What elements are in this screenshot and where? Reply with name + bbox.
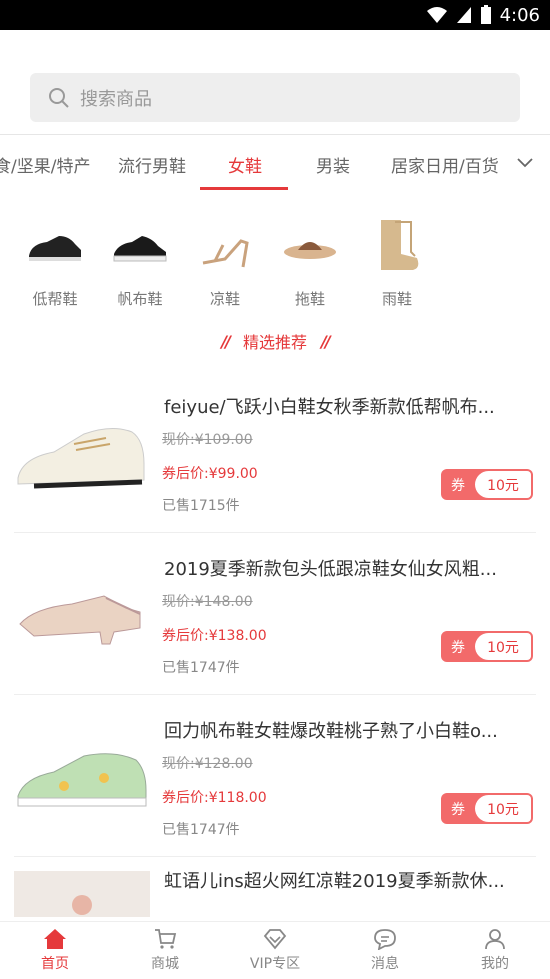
cell-signal-icon [456,7,471,23]
tab-womens-shoes[interactable]: 女鞋 [228,152,262,177]
tab-messages[interactable]: 消息 [330,922,440,979]
coupon-label: 券 [451,477,465,494]
sandal-image [202,239,249,268]
bottom-tab-bar: 首页 商城 VIP专区 消息 我的 [0,921,550,979]
product-coupon-price: 券后价:¥99.00 [162,466,258,482]
tab-vip[interactable]: VIP专区 [220,922,330,979]
wifi-icon [426,7,447,23]
expand-categories-button[interactable] [500,135,550,191]
active-tab-indicator [200,187,288,190]
coupon-button[interactable]: 券 10元 [441,631,533,662]
product-sold-count: 已售1715件 [162,498,240,514]
product-coupon-price: 券后价:¥118.00 [162,790,267,806]
search-icon [49,87,69,108]
product-coupon-price: 券后价:¥138.00 [162,628,267,644]
rainboot-image [381,220,419,270]
tab-menswear[interactable]: 男装 [316,152,350,177]
subcategory-grid: 低帮鞋 帆布鞋 凉鞋 拖鞋 雨鞋 [0,191,550,311]
product-image [14,555,150,673]
section-deco-left: // [221,331,231,351]
tab-home[interactable]: 居家日用/百货 [391,152,499,177]
search-input[interactable]: 搜索商品 [30,73,520,122]
coupon-label: 券 [451,801,465,818]
tab-mall[interactable]: 商城 [110,922,220,979]
product-list: feiyue/飞跃小白鞋女秋季新款低帮帆布... 现价:¥109.00 券后价:… [0,371,550,917]
section-header: // 精选推荐 // [0,311,550,371]
product-original-price: 现价:¥148.00 [162,594,253,610]
category-tabs: 食/坚果/特产 流行男鞋 女鞋 男装 居家日用/百货 [0,135,550,191]
status-time: 4:06 [499,4,540,26]
tab-home-page[interactable]: 首页 [0,922,110,979]
product-original-price: 现价:¥128.00 [162,756,253,772]
product-image [14,717,150,835]
sneaker-black-image [29,236,81,261]
tab-snacks[interactable]: 食/坚果/特产 [0,152,90,177]
product-card[interactable]: 回力帆布鞋女鞋爆改鞋桃子熟了小白鞋o... 现价:¥128.00 券后价:¥11… [14,695,536,857]
coupon-button[interactable]: 券 10元 [441,469,533,500]
search-area: 搜索商品 [0,30,550,135]
cart-icon [155,929,177,949]
product-title: 2019夏季新款包头低跟凉鞋女仙女风粗... [164,559,497,580]
product-sold-count: 已售1747件 [162,822,240,838]
subcategory-slippers[interactable]: 拖鞋 [275,216,345,309]
search-placeholder: 搜索商品 [80,88,152,110]
subcategory-rainboots[interactable]: 雨鞋 [362,216,432,309]
chevron-down-icon [517,158,533,168]
subcategory-sandals[interactable]: 凉鞋 [190,216,260,309]
product-card[interactable]: 2019夏季新款包头低跟凉鞋女仙女风粗... 现价:¥148.00 券后价:¥1… [14,533,536,695]
tab-mens-shoes[interactable]: 流行男鞋 [118,152,186,177]
subcategory-low-top[interactable]: 低帮鞋 [20,216,90,309]
user-icon [485,929,505,950]
home-icon [44,929,66,949]
product-card[interactable]: feiyue/飞跃小白鞋女秋季新款低帮帆布... 现价:¥109.00 券后价:… [14,371,536,533]
slipper-image [284,242,336,259]
coupon-value: 10元 [475,795,531,822]
section-title: 精选推荐 [242,333,307,352]
sneaker-canvas-image [113,236,167,262]
product-title: 虹语儿ins超火网红凉鞋2019夏季新款休... [164,871,505,892]
product-card[interactable]: 虹语儿ins超火网红凉鞋2019夏季新款休... [14,857,536,917]
section-deco-right: // [321,331,331,351]
coupon-button[interactable]: 券 10元 [441,793,533,824]
status-bar: 4:06 [0,0,550,30]
diamond-icon [263,929,287,950]
message-icon [374,929,396,950]
coupon-value: 10元 [475,471,531,498]
subcategory-canvas[interactable]: 帆布鞋 [105,216,175,309]
coupon-value: 10元 [475,633,531,660]
product-title: 回力帆布鞋女鞋爆改鞋桃子熟了小白鞋o... [164,721,498,742]
product-image [14,871,150,917]
tab-profile[interactable]: 我的 [440,922,550,979]
battery-icon [480,5,491,24]
product-original-price: 现价:¥109.00 [162,432,253,448]
product-sold-count: 已售1747件 [162,660,240,676]
product-image [14,393,150,511]
coupon-label: 券 [451,639,465,656]
product-title: feiyue/飞跃小白鞋女秋季新款低帮帆布... [164,397,495,418]
